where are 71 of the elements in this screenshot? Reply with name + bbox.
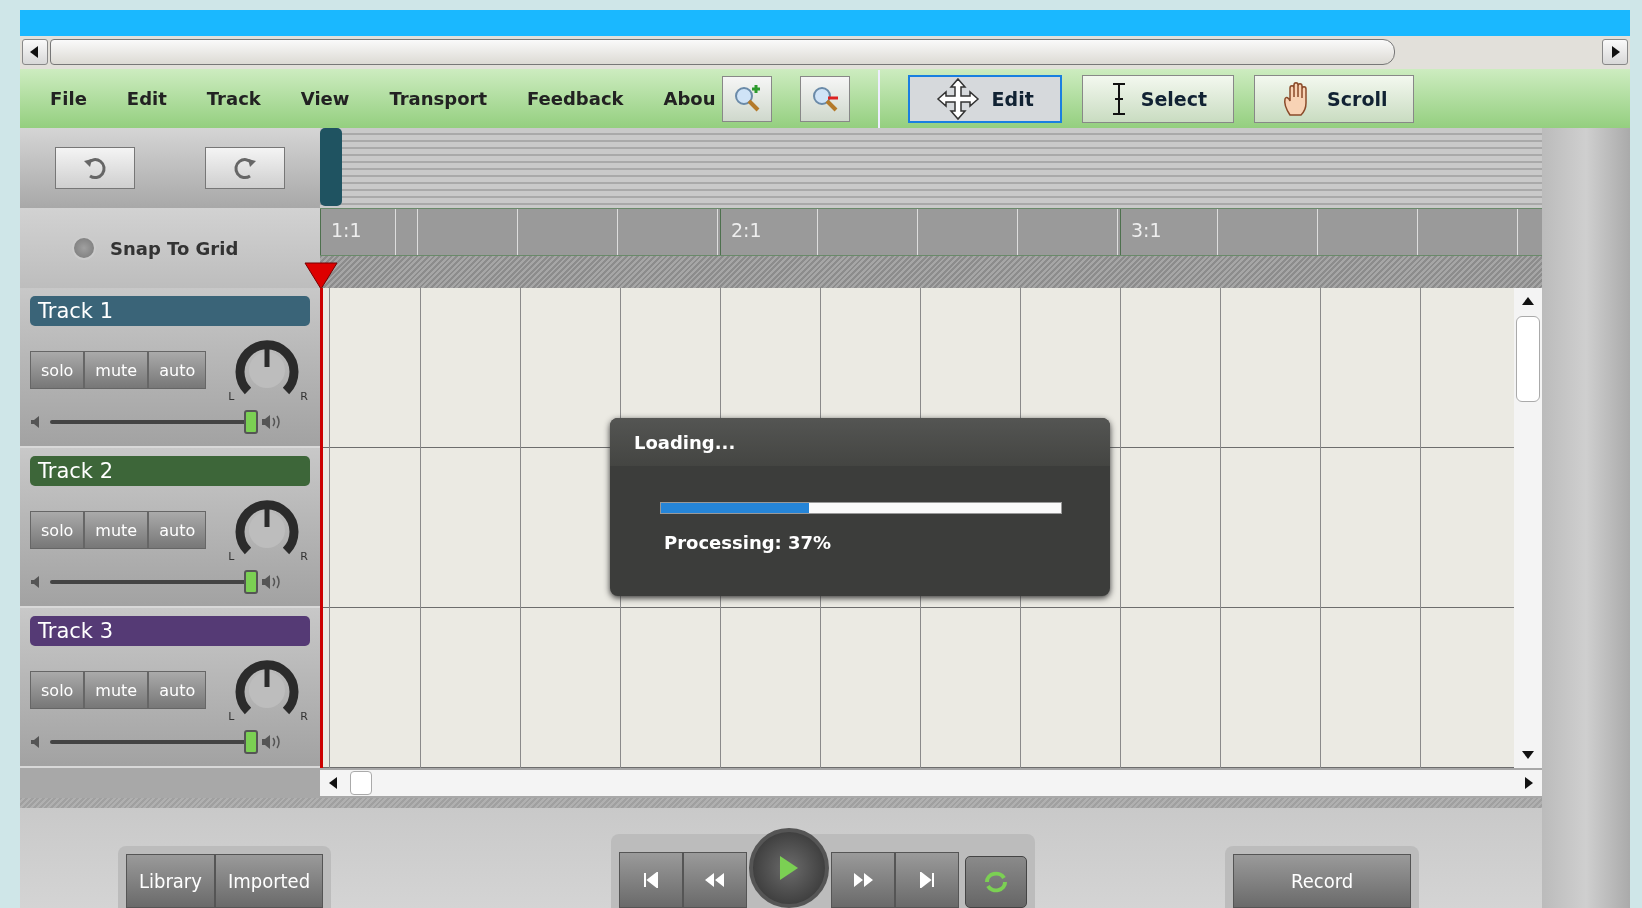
menu-item[interactable]: Track bbox=[206, 88, 261, 109]
undo-button[interactable] bbox=[55, 147, 135, 189]
track-toggle-button[interactable]: auto bbox=[148, 511, 207, 549]
horizontal-scroll-thumb[interactable] bbox=[350, 771, 372, 795]
fast-forward-button[interactable] bbox=[831, 852, 896, 908]
vertical-scroll-thumb[interactable] bbox=[1516, 316, 1540, 402]
skip-forward-icon bbox=[919, 872, 936, 888]
zoom-out-button[interactable] bbox=[799, 75, 850, 122]
snap-label: Snap To Grid bbox=[110, 237, 239, 259]
menu-item[interactable]: File bbox=[50, 88, 87, 109]
tool-button[interactable]: Edit bbox=[907, 74, 1062, 123]
library-tab[interactable]: Library bbox=[126, 854, 215, 908]
track-toggle-button[interactable]: mute bbox=[84, 351, 149, 389]
bar-label: 2:1 bbox=[731, 219, 762, 241]
redo-icon bbox=[232, 155, 258, 181]
track-toggle-button[interactable]: solo bbox=[30, 351, 85, 389]
pan-left-label: L bbox=[228, 390, 235, 403]
track-toggle-button[interactable]: mute bbox=[84, 511, 149, 549]
undo-icon bbox=[82, 155, 108, 181]
menu-item[interactable]: Feedback bbox=[527, 88, 624, 109]
snap-radio[interactable] bbox=[72, 236, 96, 260]
redo-button[interactable] bbox=[205, 147, 285, 189]
menu-item[interactable]: Edit bbox=[126, 88, 167, 109]
library-tab[interactable]: Imported bbox=[214, 854, 324, 908]
skip-to-start-button[interactable] bbox=[619, 852, 684, 908]
bar-label: 3:1 bbox=[1131, 219, 1162, 241]
pan-right-label: R bbox=[300, 710, 308, 723]
track-toggle-button[interactable]: mute bbox=[84, 671, 149, 709]
right-arrow-icon bbox=[1610, 46, 1620, 59]
up-arrow-icon bbox=[1522, 297, 1534, 305]
track-name[interactable]: Track 3 bbox=[30, 616, 310, 646]
volume-slider-thumb[interactable] bbox=[243, 730, 258, 754]
overview-handle[interactable] bbox=[320, 128, 342, 206]
loop-button[interactable] bbox=[965, 856, 1028, 908]
menu-item[interactable]: View bbox=[300, 88, 350, 109]
dialog-title: Loading... bbox=[634, 431, 736, 453]
track-name[interactable]: Track 1 bbox=[30, 296, 310, 326]
fast-forward-icon bbox=[852, 872, 875, 888]
track-toggle-button[interactable]: auto bbox=[148, 351, 207, 389]
track-name[interactable]: Track 2 bbox=[30, 456, 310, 486]
right-arrow-icon bbox=[1525, 777, 1533, 789]
record-button[interactable]: Record bbox=[1233, 854, 1412, 908]
pan-right-label: R bbox=[300, 390, 308, 403]
playhead-marker[interactable] bbox=[304, 262, 338, 290]
down-arrow-icon bbox=[1522, 751, 1534, 759]
track-toggle-button[interactable]: solo bbox=[30, 671, 85, 709]
track-toggle-button[interactable]: auto bbox=[148, 671, 207, 709]
tool-button[interactable]: Select bbox=[1081, 74, 1235, 123]
rewind-button[interactable] bbox=[683, 852, 748, 908]
volume-slider-thumb[interactable] bbox=[243, 570, 258, 594]
menu-item[interactable]: Transport bbox=[389, 88, 487, 109]
tool-button[interactable]: Scroll bbox=[1254, 74, 1415, 123]
volume-slider-thumb[interactable] bbox=[243, 410, 258, 434]
skip-back-icon bbox=[643, 872, 660, 888]
scrollbar-thumb[interactable] bbox=[50, 39, 1395, 66]
zoom-in-button[interactable] bbox=[721, 75, 772, 122]
menu-item[interactable]: Abou bbox=[663, 88, 716, 109]
progress-status: Processing: 37% bbox=[664, 532, 833, 553]
track-toggle-button[interactable]: solo bbox=[30, 511, 85, 549]
pan-left-label: L bbox=[228, 710, 235, 723]
bar-label: 1:1 bbox=[331, 219, 362, 241]
play-button[interactable] bbox=[749, 828, 830, 908]
skip-to-end-button[interactable] bbox=[895, 852, 960, 908]
pan-right-label: R bbox=[300, 550, 308, 563]
left-arrow-icon bbox=[30, 46, 40, 59]
left-arrow-icon bbox=[329, 777, 337, 789]
rewind-icon bbox=[704, 872, 727, 888]
pan-left-label: L bbox=[228, 550, 235, 563]
move-arrows-icon bbox=[935, 76, 980, 121]
scroll-right-button[interactable] bbox=[1602, 39, 1628, 66]
scroll-left-button[interactable] bbox=[22, 39, 48, 66]
